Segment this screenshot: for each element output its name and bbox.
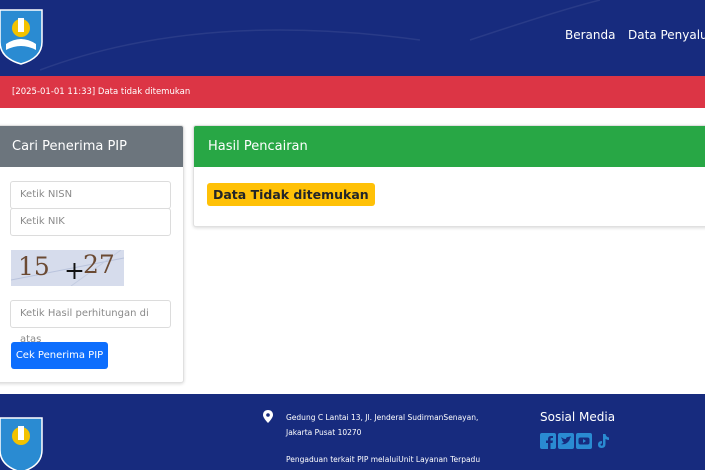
- social-links: [540, 433, 610, 453]
- social-media-title: Sosial Media: [540, 410, 616, 424]
- twitter-icon[interactable]: [558, 433, 574, 453]
- nav-data-penyaluran[interactable]: Data Penyaluran: [628, 28, 705, 42]
- tiktok-icon[interactable]: [594, 433, 610, 453]
- result-card-title: Hasil Pencairan: [194, 126, 705, 167]
- footer-complaint-text: Pengaduan terkait PIP melaluiUnit Layana…: [286, 455, 481, 464]
- captcha-right-number: 27: [83, 250, 115, 279]
- result-card: Hasil Pencairan: [193, 125, 705, 227]
- facebook-icon[interactable]: [540, 433, 556, 453]
- nik-input[interactable]: Ketik NIK: [10, 208, 171, 236]
- captcha-image: 15 + 27: [11, 250, 124, 286]
- captcha-answer-input[interactable]: Ketik Hasil perhitungan di atas: [10, 300, 171, 345]
- error-alert: [2025-01-01 11:33] Data tidak ditemukan: [0, 76, 705, 108]
- captcha-left-number: 15: [18, 252, 50, 281]
- check-recipient-button[interactable]: Cek Penerima PIP: [11, 342, 108, 369]
- nisn-input[interactable]: Ketik NISN: [10, 181, 171, 209]
- search-card-title: Cari Penerima PIP: [0, 126, 183, 167]
- captcha-operator: +: [64, 256, 85, 285]
- footer-address: Gedung C Lantai 13, Jl. Jenderal Sudirma…: [286, 413, 479, 437]
- top-navbar: Beranda Data Penyaluran: [0, 0, 705, 76]
- footer-kemdikbud-logo: [0, 417, 43, 470]
- location-pin-icon: [263, 410, 273, 423]
- youtube-icon[interactable]: [576, 433, 592, 453]
- kemdikbud-logo[interactable]: [0, 4, 46, 66]
- nav-beranda[interactable]: Beranda: [565, 28, 615, 42]
- not-found-badge: Data Tidak ditemukan: [207, 183, 375, 206]
